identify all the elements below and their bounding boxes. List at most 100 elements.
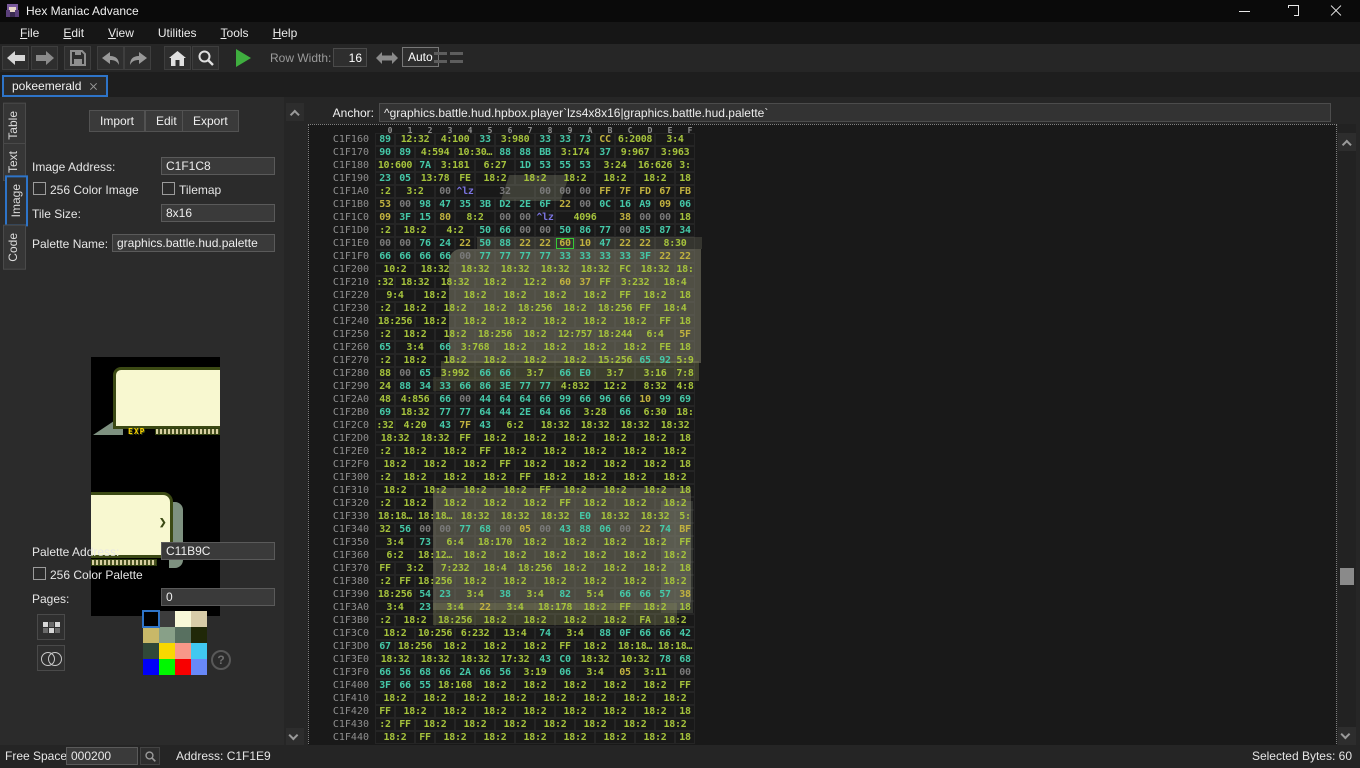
palette-swatch[interactable] — [191, 643, 207, 659]
hex-cell[interactable]: 18:2 — [375, 627, 415, 640]
hex-cell[interactable]: FD — [635, 185, 655, 198]
hex-cell[interactable]: 2A — [455, 666, 475, 679]
hex-cell[interactable]: 18:32 — [415, 263, 455, 276]
hex-cell[interactable]: FA — [635, 614, 655, 627]
hex-cell[interactable]: FF — [675, 536, 695, 549]
hex-cell[interactable]: 76 — [415, 237, 435, 250]
hex-cell[interactable]: 87 — [655, 224, 675, 237]
hex-cell[interactable]: 50 — [475, 237, 495, 250]
hex-cell[interactable]: 55 — [415, 679, 435, 692]
hex-cell[interactable]: :2 — [375, 224, 395, 237]
hex-cell[interactable]: 50 — [555, 224, 575, 237]
hex-cell[interactable]: 9:967 — [615, 146, 655, 159]
hex-cell[interactable]: 47 — [435, 198, 455, 211]
hex-cell[interactable]: 3F — [395, 211, 415, 224]
hex-cell[interactable]: 53 — [535, 159, 555, 172]
hex-cell[interactable]: 18:2 — [655, 614, 695, 627]
hex-cell[interactable]: 10 — [635, 393, 655, 406]
hex-cell[interactable]: 88 — [575, 523, 595, 536]
hex-cell[interactable]: 18:2 — [615, 497, 655, 510]
free-space-search-button[interactable] — [140, 747, 160, 765]
hex-cell[interactable]: 66 — [575, 393, 595, 406]
hex-cell[interactable]: 18:2 — [435, 497, 475, 510]
hex-cell[interactable]: 18:2 — [535, 575, 575, 588]
hex-cell[interactable]: 24 — [375, 380, 395, 393]
hex-cell[interactable]: 18:256 — [415, 575, 455, 588]
hex-cell[interactable]: 66 — [535, 393, 555, 406]
hex-cell[interactable]: :2 — [375, 497, 395, 510]
hex-cell[interactable]: 18:2 — [655, 445, 695, 458]
hex-cell[interactable]: FF — [615, 601, 635, 614]
hex-cell[interactable]: 18:2 — [455, 484, 495, 497]
hex-cell[interactable]: 00 — [575, 185, 595, 198]
hex-cell[interactable]: 18:4 — [475, 562, 515, 575]
hex-cell[interactable]: 3:174 — [555, 146, 595, 159]
hex-cell[interactable]: FF — [655, 315, 675, 328]
hex-scroll-down-left[interactable] — [286, 728, 304, 746]
hex-cell[interactable]: 33 — [555, 250, 575, 263]
hex-cell[interactable]: 44 — [475, 393, 495, 406]
hex-cell[interactable]: 18:32 — [455, 510, 495, 523]
hex-cell[interactable]: 00 — [635, 211, 655, 224]
hex-cell[interactable]: 56 — [395, 523, 415, 536]
palette-swatch[interactable] — [159, 611, 175, 627]
hex-cell[interactable]: 88 — [515, 146, 535, 159]
hex-cell[interactable]: 18:2 — [495, 289, 535, 302]
hex-cell[interactable]: 3:4 — [455, 588, 495, 601]
hex-cell[interactable]: 16 — [615, 198, 635, 211]
hex-cell[interactable]: 33 — [475, 133, 495, 146]
hex-cell[interactable]: 18:2 — [595, 679, 635, 692]
hex-cell[interactable]: 4096 — [555, 211, 615, 224]
hex-cell[interactable]: 6:232 — [455, 627, 495, 640]
hex-cell[interactable]: FF — [555, 640, 575, 653]
hex-cell[interactable]: 00 — [535, 224, 555, 237]
hex-cell[interactable]: 66 — [455, 380, 475, 393]
hex-cell[interactable]: 66 — [495, 367, 515, 380]
hex-cell[interactable]: 66 — [615, 393, 635, 406]
hex-cell[interactable]: 64 — [515, 393, 535, 406]
hex-cell[interactable]: FF — [495, 458, 515, 471]
256-color-palette-checkbox[interactable] — [33, 567, 46, 580]
hex-cell[interactable]: 1D — [515, 159, 535, 172]
hex-cell[interactable]: 18:2 — [375, 458, 415, 471]
hex-cell[interactable]: C0 — [555, 653, 575, 666]
hex-cell[interactable]: 18:2 — [475, 172, 515, 185]
hex-cell[interactable]: 48 — [375, 393, 395, 406]
hex-cell[interactable]: 16:626 — [635, 159, 675, 172]
hex-cell[interactable]: :2 — [375, 445, 395, 458]
hex-cell[interactable]: 18:2 — [515, 432, 555, 445]
hex-cell[interactable]: 53 — [575, 159, 595, 172]
hex-cell[interactable]: 06 — [595, 523, 615, 536]
hex-cell[interactable]: 00 — [395, 367, 415, 380]
palette-swatch[interactable] — [143, 659, 159, 675]
hex-cell[interactable]: 7:8 — [675, 367, 695, 380]
palette-swatch[interactable] — [143, 643, 159, 659]
tab-pokeemerald[interactable]: pokeemerald — [2, 75, 108, 97]
hex-cell[interactable]: 77 — [535, 250, 555, 263]
hex-cell[interactable]: 18:256 — [435, 614, 475, 627]
palette-swatch[interactable] — [175, 659, 191, 675]
hex-cell[interactable]: 18:2 — [615, 471, 655, 484]
hex-cell[interactable]: 18:2 — [395, 328, 435, 341]
hex-cell[interactable]: 82 — [555, 588, 575, 601]
hex-cell[interactable]: 18:32 — [415, 432, 455, 445]
hex-cell[interactable]: :2 — [375, 575, 395, 588]
hex-cell[interactable]: 77 — [515, 380, 535, 393]
hex-cell[interactable]: 32 — [475, 185, 535, 198]
hex-cell[interactable]: 18:2 — [615, 549, 655, 562]
help-icon[interactable]: ? — [211, 650, 231, 670]
hex-cell[interactable]: 18:256 — [375, 315, 415, 328]
hex-cell[interactable]: 18:32 — [635, 263, 675, 276]
hex-cell[interactable]: 18:2 — [495, 575, 535, 588]
hex-cell[interactable]: FF — [415, 731, 435, 744]
hex-cell[interactable]: :2 — [375, 302, 395, 315]
hex-cell[interactable]: 18:2 — [395, 705, 435, 718]
hex-cell[interactable]: 18:2 — [555, 354, 595, 367]
hex-cell[interactable]: 66 — [555, 367, 575, 380]
export-button[interactable]: Export — [182, 110, 239, 132]
hex-cell[interactable]: FF — [395, 575, 415, 588]
hex-cell[interactable]: 3F — [375, 679, 395, 692]
hex-cell[interactable]: 4:2 — [435, 224, 475, 237]
lz-anchor-cell[interactable]: ^lz — [535, 211, 555, 224]
hex-cell[interactable]: 4:832 — [555, 380, 595, 393]
